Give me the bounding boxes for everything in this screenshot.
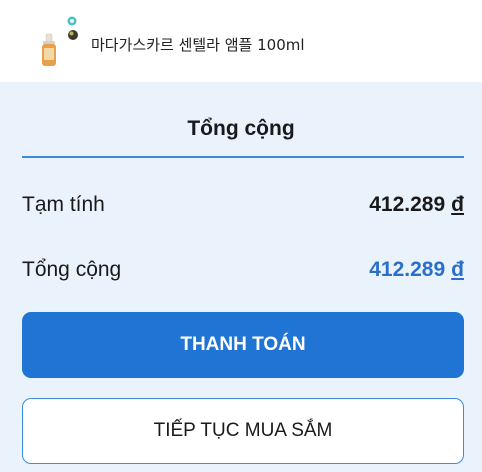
currency-symbol: đ [451, 193, 464, 216]
cart-item-row: 마다가스카르 센텔라 앰플 100ml [0, 0, 482, 82]
summary-title: Tổng cộng [187, 117, 295, 140]
subtotal-label: Tạm tính [22, 193, 105, 216]
continue-shopping-button[interactable]: TIẾP TỤC MUA SẮM [22, 398, 464, 464]
checkout-button[interactable]: THANH TOÁN [22, 312, 464, 378]
subtotal-amount: 412.289 [369, 193, 446, 216]
total-amount: 412.289 [369, 258, 446, 281]
total-label: Tổng cộng [22, 258, 122, 281]
subtotal-value: 412.289 đ [369, 193, 464, 217]
currency-symbol: đ [451, 258, 464, 281]
total-value: 412.289 đ [369, 258, 464, 282]
product-name[interactable]: 마다가스카르 센텔라 앰플 100ml [91, 34, 305, 55]
summary-divider [22, 156, 464, 158]
ampoule-bottle-icon[interactable] [35, 12, 87, 72]
